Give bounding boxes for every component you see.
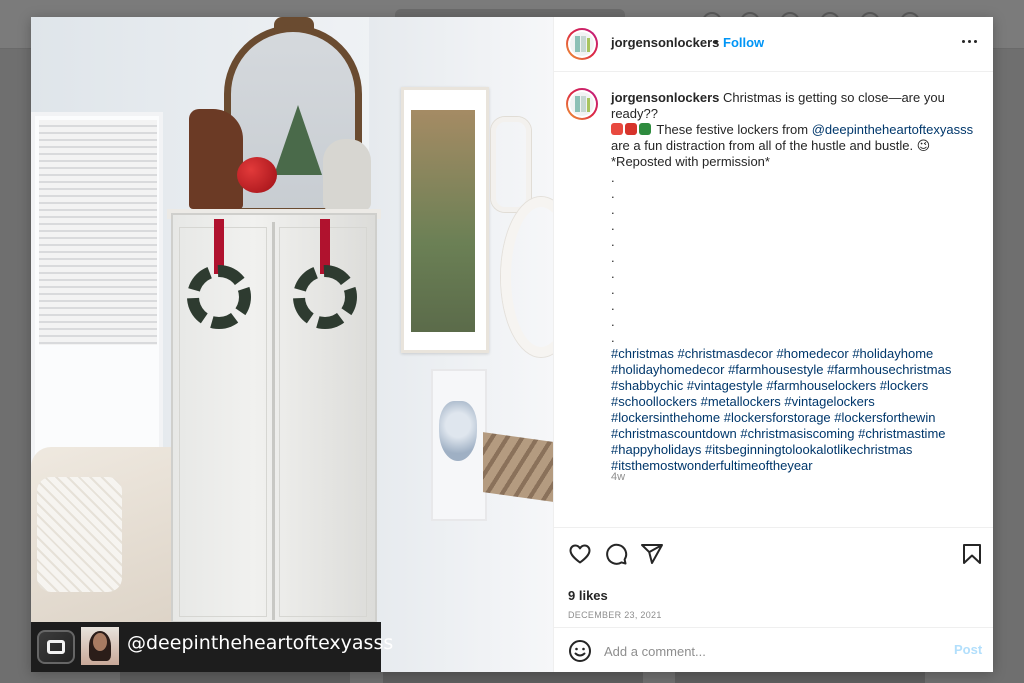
photo-wreath-right xyxy=(293,265,357,329)
post-date: DECEMBER 23, 2021 xyxy=(568,610,662,620)
author-avatar[interactable] xyxy=(566,28,598,60)
post-caption: jorgensonlockers Christmas is getting so… xyxy=(611,90,981,474)
more-options-icon[interactable] xyxy=(958,29,982,53)
post-actions: 9 likes DECEMBER 23, 2021 xyxy=(554,527,993,640)
photo-bust-statue xyxy=(323,139,371,211)
comment-icon[interactable] xyxy=(604,542,628,566)
caption-username[interactable]: jorgensonlockers xyxy=(611,90,719,105)
caption-area: jorgensonlockers Christmas is getting so… xyxy=(554,72,993,527)
heart-icon[interactable] xyxy=(568,542,592,566)
comment-input[interactable] xyxy=(602,636,936,666)
comment-bar: Post xyxy=(554,627,993,672)
background-grid-tile xyxy=(120,672,350,683)
caption-dot: . xyxy=(611,170,615,185)
avatar-locker-graphic xyxy=(587,38,590,52)
photo-wood-sign xyxy=(483,432,553,502)
share-icon[interactable] xyxy=(640,542,664,566)
header-separator: • xyxy=(714,34,719,49)
photo-dog-frame xyxy=(431,369,487,521)
background-grid-tile xyxy=(675,672,925,683)
caption-text-lockers: These festive lockers from xyxy=(656,122,809,137)
post-header: jorgensonlockers • Follow xyxy=(554,17,993,72)
more-options-dot xyxy=(968,40,971,43)
author-username[interactable]: jorgensonlockers xyxy=(611,35,719,50)
caption-dot: . xyxy=(611,330,615,345)
caption-timestamp[interactable]: 4w xyxy=(611,471,625,483)
post-side-panel: jorgensonlockers • Follow jorgensonlocke… xyxy=(553,17,993,672)
avatar-locker-graphic xyxy=(581,36,586,52)
caption-hashtags[interactable]: #christmas #christmasdecor #homedecor #h… xyxy=(611,346,981,474)
santa-emoji-icon xyxy=(611,123,623,135)
emoji-icon[interactable] xyxy=(568,639,592,663)
repost-app-icon xyxy=(37,630,75,664)
avatar-locker-graphic xyxy=(581,96,586,112)
more-options-dot xyxy=(962,40,965,43)
photo-wood-decor xyxy=(189,109,243,209)
caption-dot: . xyxy=(611,298,615,313)
post-comment-button[interactable]: Post xyxy=(954,642,982,657)
author-avatar-image xyxy=(570,32,594,56)
caption-dot: . xyxy=(611,234,615,249)
photo-small-frame xyxy=(491,117,531,212)
likes-count[interactable]: 9 likes xyxy=(568,588,608,603)
caption-dot-lines: . . . . . . . . . . . xyxy=(611,170,981,346)
caption-dot: . xyxy=(611,266,615,281)
credit-avatar xyxy=(81,627,119,665)
photo-mini-tree xyxy=(274,105,322,175)
christmas-tree-emoji-icon xyxy=(639,123,651,135)
photo-red-ornament xyxy=(237,157,277,193)
avatar-locker-graphic xyxy=(575,96,580,112)
caption-text-body: are a fun distraction from all of the hu… xyxy=(611,138,931,169)
photo-pillow xyxy=(37,477,122,592)
caption-dot: . xyxy=(611,314,615,329)
bookmark-icon[interactable] xyxy=(960,542,984,566)
gift-emoji-icon xyxy=(625,123,637,135)
repost-app-icon-glyph xyxy=(47,640,65,654)
photo-window xyxy=(31,112,163,467)
caption-avatar-border xyxy=(568,90,596,118)
caption-dot: . xyxy=(611,250,615,265)
more-options-dot xyxy=(974,40,977,43)
caption-avatar-image xyxy=(570,92,594,116)
post-photo[interactable]: @deepintheheartoftexyasss xyxy=(31,17,553,672)
post-modal: @deepintheheartoftexyasss jorgensonlocke… xyxy=(31,17,993,672)
avatar-locker-graphic xyxy=(587,98,590,112)
credit-handle: @deepintheheartoftexyasss xyxy=(127,632,394,654)
follow-button[interactable]: Follow xyxy=(723,35,764,50)
photo-blinds xyxy=(39,120,157,345)
credit-avatar-face xyxy=(93,633,107,651)
caption-dot: . xyxy=(611,282,615,297)
photo-wreath-left xyxy=(187,265,251,329)
caption-dot: . xyxy=(611,186,615,201)
photo-locker-divider xyxy=(272,222,275,620)
caption-dot: . xyxy=(611,218,615,233)
photo-framed-picture xyxy=(411,110,475,332)
caption-dot: . xyxy=(611,202,615,217)
photo-wall-frame xyxy=(401,87,489,353)
photo-dog-painting xyxy=(439,401,477,461)
author-avatar-border xyxy=(568,30,596,58)
caption-mention-link[interactable]: @deepintheheartoftexyasss xyxy=(812,122,973,137)
background-grid-tile xyxy=(383,672,643,683)
avatar-locker-graphic xyxy=(575,36,580,52)
caption-avatar[interactable] xyxy=(566,88,598,120)
